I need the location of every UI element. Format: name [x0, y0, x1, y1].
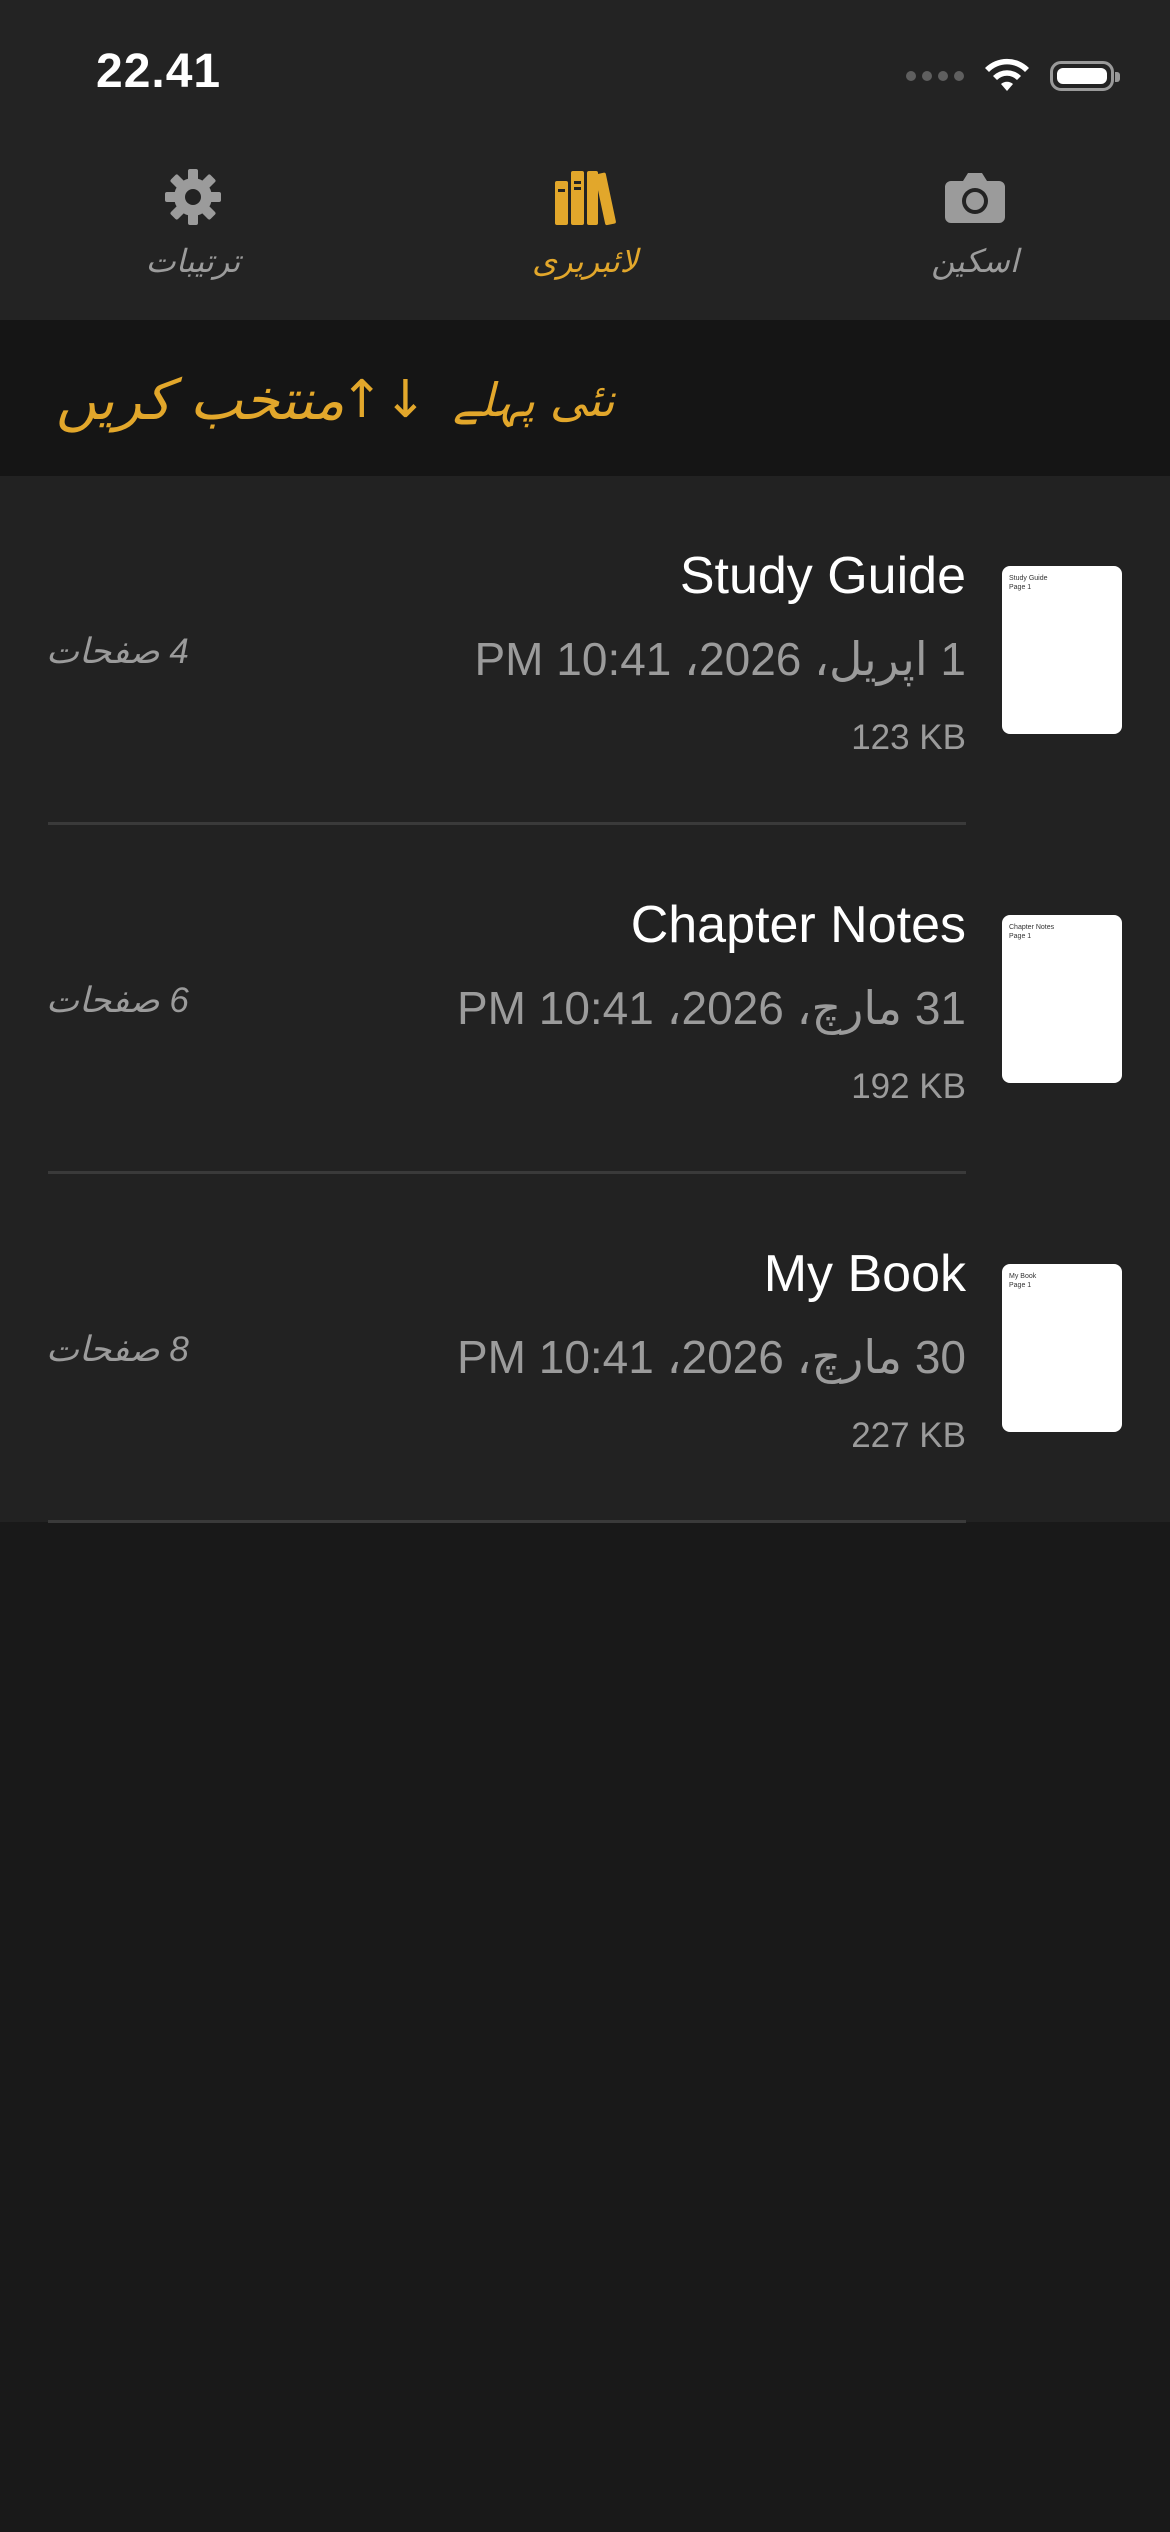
- sort-button[interactable]: ↑↓ نئی پہلے: [340, 360, 615, 440]
- status-bar: 22.41: [0, 0, 1170, 140]
- row-divider: [48, 1520, 966, 1523]
- document-title: Study Guide: [679, 547, 966, 605]
- battery-icon: [1050, 61, 1120, 91]
- document-page-count: 6 صفحات: [46, 981, 189, 1020]
- thumbnail-page: Page 1: [1009, 584, 1032, 591]
- sort-arrows-icon: ↑↓: [340, 370, 428, 430]
- library-toolbar: منتخب کریں ↑↓ نئی پہلے: [0, 320, 1170, 476]
- document-row[interactable]: Study Guide 1 اپریل، 2026، 10:41 PM 123 …: [0, 476, 1170, 825]
- document-title: My Book: [763, 1245, 966, 1303]
- document-row[interactable]: My Book 30 مارچ، 2026، 10:41 PM 227 KB 8…: [0, 1174, 1170, 1523]
- document-date: 31 مارچ، 2026، 10:41 PM: [456, 982, 966, 1034]
- document-row[interactable]: Chapter Notes 31 مارچ، 2026، 10:41 PM 19…: [0, 825, 1170, 1174]
- document-size: 227 KB: [851, 1416, 966, 1455]
- books-icon: [550, 162, 620, 232]
- select-button[interactable]: منتخب کریں: [56, 360, 345, 440]
- tab-settings[interactable]: ترتیبات: [63, 162, 323, 312]
- wifi-icon: [985, 58, 1029, 91]
- document-size: 192 KB: [851, 1067, 966, 1106]
- document-title: Chapter Notes: [630, 896, 966, 954]
- thumbnail-title: Study Guide: [1009, 575, 1048, 582]
- document-list: Study Guide 1 اپریل، 2026، 10:41 PM 123 …: [0, 476, 1170, 1523]
- status-time: 22.41: [96, 45, 222, 98]
- document-date: 30 مارچ، 2026، 10:41 PM: [456, 1331, 966, 1383]
- thumbnail-page: Page 1: [1009, 1282, 1032, 1289]
- document-page-count: 4 صفحات: [46, 632, 189, 671]
- thumbnail-page: Page 1: [1009, 933, 1032, 940]
- sort-label: نئی پہلے: [453, 373, 615, 427]
- document-size: 123 KB: [851, 718, 966, 757]
- cellular-signal-icon: [906, 71, 964, 81]
- camera-icon: [940, 162, 1010, 232]
- document-thumbnail: Chapter Notes Page 1: [1002, 915, 1122, 1083]
- top-tab-bar: ترتیبات لائبریری اسکین: [0, 140, 1170, 320]
- document-page-count: 8 صفحات: [46, 1330, 189, 1369]
- thumbnail-title: My Book: [1009, 1273, 1037, 1280]
- document-date: 1 اپریل، 2026، 10:41 PM: [474, 633, 967, 685]
- tab-scan[interactable]: اسکین: [845, 162, 1105, 312]
- document-thumbnail: Study Guide Page 1: [1002, 566, 1122, 734]
- tab-library-label: لائبریری: [531, 243, 639, 279]
- tab-library[interactable]: لائبریری: [455, 162, 715, 312]
- document-thumbnail: My Book Page 1: [1002, 1264, 1122, 1432]
- tab-scan-label: اسکین: [931, 243, 1019, 279]
- gear-icon: [158, 162, 228, 232]
- tab-settings-label: ترتیبات: [145, 243, 241, 279]
- thumbnail-title: Chapter Notes: [1009, 924, 1055, 931]
- status-indicators: [906, 52, 1120, 100]
